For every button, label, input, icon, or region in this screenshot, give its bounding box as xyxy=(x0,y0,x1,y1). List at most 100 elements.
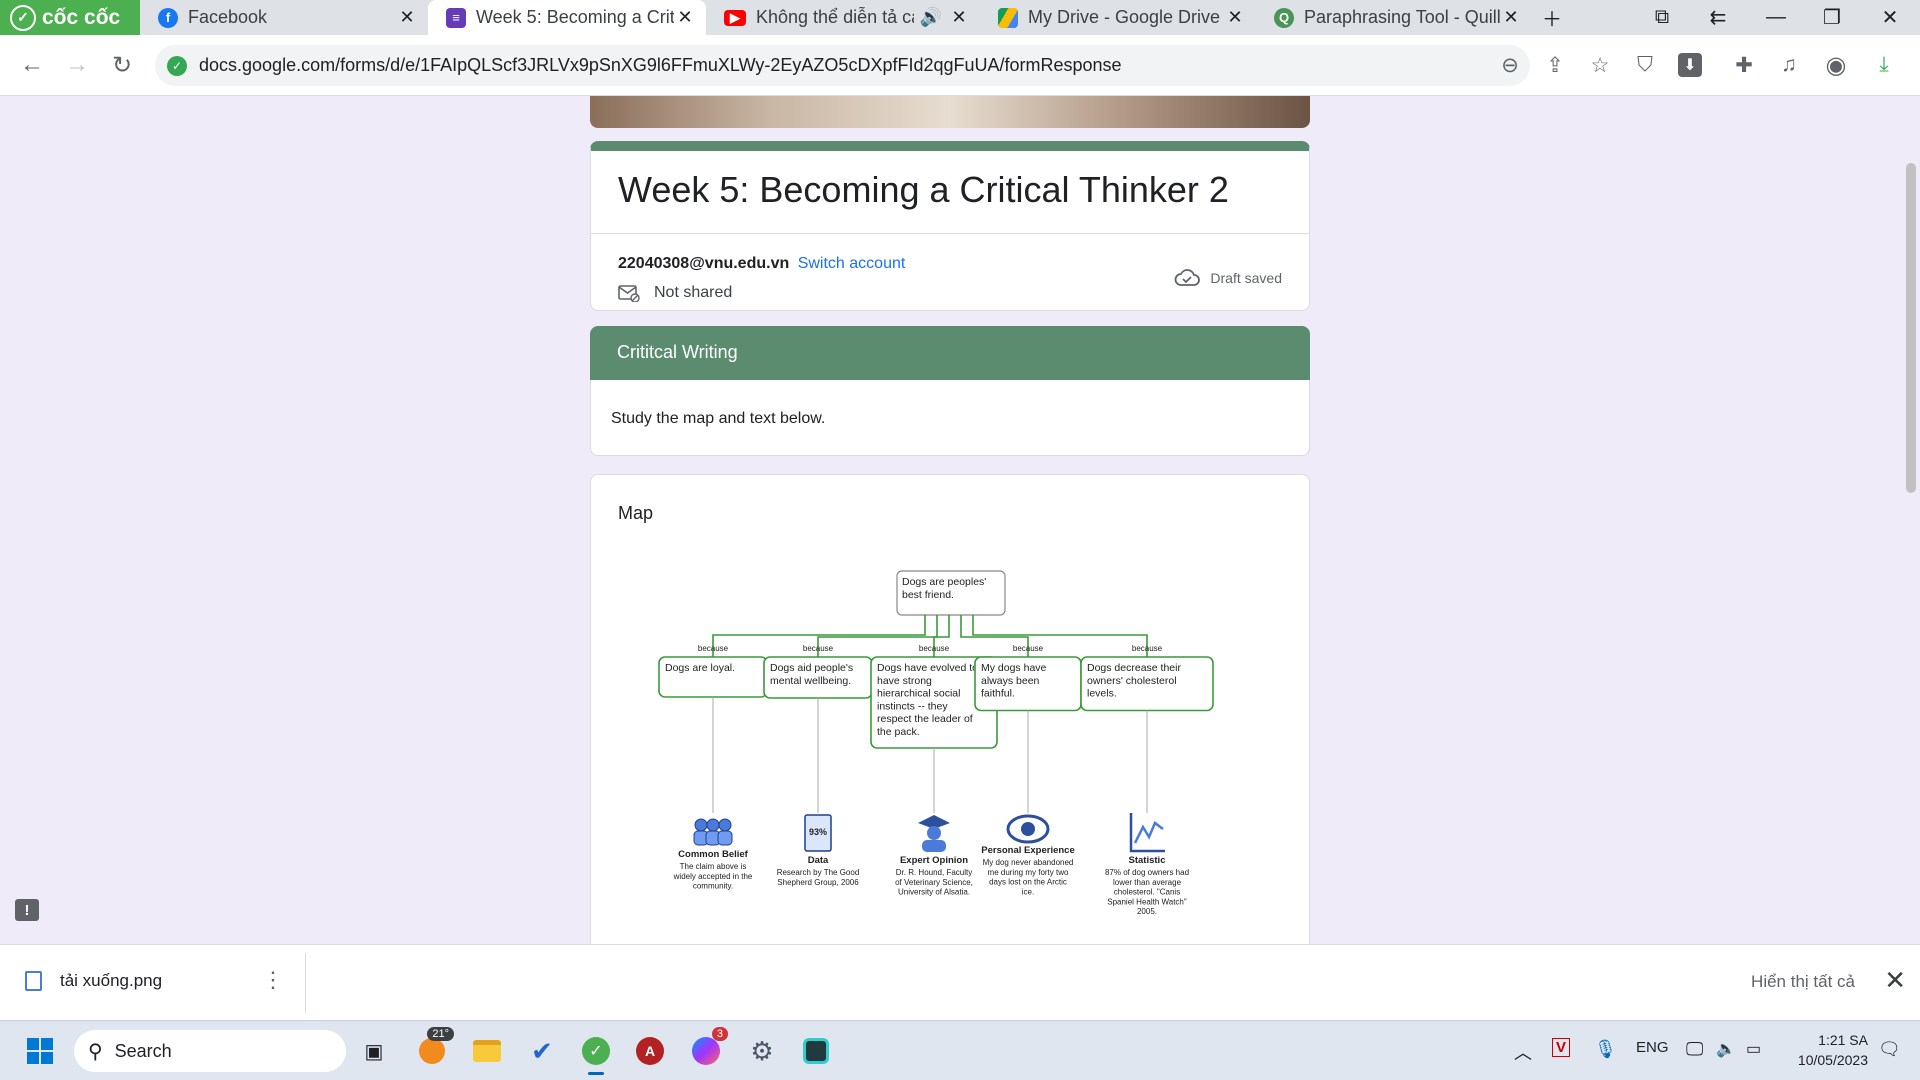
search-label: Search xyxy=(114,1040,172,1061)
notifications-icon[interactable]: 🗨 xyxy=(1878,1039,1901,1060)
back-arrow-icon[interactable]: ← xyxy=(14,47,50,83)
task-view-icon[interactable]: ▣ xyxy=(354,1031,394,1071)
evidence-source-text: 87% of dog owners had lower than average c… xyxy=(1105,868,1189,916)
tab-facebook[interactable]: f Facebook ✕ xyxy=(140,0,428,35)
not-shared-info: Not shared xyxy=(618,284,732,302)
microphone-icon[interactable]: 🎙 xyxy=(1594,1039,1617,1060)
sidebar-toggle-icon[interactable]: ⧉ xyxy=(1634,0,1690,35)
people-group-icon xyxy=(717,830,733,846)
download-shelf: tải xuống.png ⋮ Hiển thị tất cả ✕ xyxy=(0,944,1920,1020)
taskbar-search-box[interactable]: ⚲ Search xyxy=(74,1030,346,1072)
close-tab-icon[interactable]: ✕ xyxy=(948,7,970,28)
draft-status: Draft saved xyxy=(1174,269,1282,287)
close-tab-icon[interactable]: ✕ xyxy=(396,7,418,28)
coccoc-browser-icon[interactable]: ✓ xyxy=(576,1031,616,1075)
close-tab-icon[interactable]: ✕ xyxy=(1224,7,1246,28)
image-file-icon xyxy=(25,971,42,991)
graduate-icon xyxy=(927,826,941,840)
media-control-icon[interactable]: ♫ xyxy=(1773,49,1805,81)
tab-title: Không thể diễn tả cảm xyxy=(756,7,914,27)
close-tab-icon[interactable]: ✕ xyxy=(674,7,696,28)
because-label: because xyxy=(919,644,950,653)
show-all-downloads-link[interactable]: Hiển thị tất cả xyxy=(1751,972,1855,992)
form-title-card: Week 5: Becoming a Critical Thinker 2 22… xyxy=(590,141,1310,311)
close-tab-icon[interactable]: ✕ xyxy=(1500,7,1522,28)
speaker-icon[interactable]: 🔊 xyxy=(920,7,942,28)
language-indicator[interactable]: ENG xyxy=(1636,1039,1669,1056)
share-icon[interactable]: ⇪ xyxy=(1539,49,1571,81)
because-label: because xyxy=(803,644,834,653)
form-page: Week 5: Becoming a Critical Thinker 2 22… xyxy=(0,96,1920,944)
close-window-button[interactable]: ✕ xyxy=(1862,0,1918,35)
todo-app-icon[interactable]: ✔ xyxy=(522,1031,562,1071)
search-icon: ⚲ xyxy=(88,1040,103,1063)
because-label: because xyxy=(1013,644,1044,653)
evidence-type-label: Expert Opinion xyxy=(900,855,968,866)
coccoc-logo-button[interactable]: ✓ cốc cốc xyxy=(0,0,140,35)
download-item[interactable]: tải xuống.png xyxy=(25,971,162,991)
account-email: 22040308@vnu.edu.vn xyxy=(618,255,790,272)
tab-title: Paraphrasing Tool - QuillB xyxy=(1304,7,1500,27)
mail-not-shared-icon xyxy=(618,285,640,302)
close-shelf-icon[interactable]: ✕ xyxy=(1884,965,1906,996)
app-terminal-icon[interactable] xyxy=(796,1031,836,1071)
zoom-out-icon[interactable]: ⊖ xyxy=(1494,49,1526,81)
reload-icon[interactable]: ↻ xyxy=(104,47,140,83)
tab-title: Facebook xyxy=(188,7,268,27)
eye-icon xyxy=(1021,822,1035,836)
messenger-badge: 3 xyxy=(711,1027,728,1041)
graduate-icon xyxy=(922,840,946,852)
network-icon[interactable]: 🖵 xyxy=(1686,1039,1703,1060)
map-question-card: Map Dogs are peoples' best friend. because… xyxy=(590,474,1310,944)
weather-temp: 21° xyxy=(427,1027,454,1041)
browser-toolbar: ← → ↻ ✓ docs.google.com/forms/d/e/1FAIpQ… xyxy=(0,35,1920,96)
line-chart-icon xyxy=(1133,821,1164,844)
tab-youtube[interactable]: ▶ Không thể diễn tả cảm 🔊 ✕ xyxy=(706,0,980,35)
shield-icon[interactable]: ⛉ xyxy=(1629,49,1661,81)
show-hidden-icons-chevron-icon[interactable]: ︿ xyxy=(1514,1039,1532,1065)
forward-arrow-icon[interactable]: → xyxy=(59,47,95,83)
settings-gear-icon[interactable]: ⚙ xyxy=(742,1031,782,1071)
bookmark-star-icon[interactable]: ☆ xyxy=(1584,49,1616,81)
file-explorer-icon[interactable] xyxy=(467,1031,507,1071)
switch-account-link[interactable]: Switch account xyxy=(798,255,906,272)
browser-tab-strip: ✓ cốc cốc f Facebook ✕ ≡ Week 5: Becomin… xyxy=(0,0,1920,35)
restore-button[interactable]: ❐ xyxy=(1804,0,1860,35)
system-clock[interactable]: 1:21 SA 10/05/2023 xyxy=(1798,1030,1868,1070)
map-question-title: Map xyxy=(618,503,654,523)
secure-lock-icon[interactable]: ✓ xyxy=(167,55,187,76)
download-icon[interactable]: ⬇ xyxy=(1678,53,1702,77)
extensions-puzzle-icon[interactable]: ✚ xyxy=(1728,49,1760,81)
not-shared-label: Not shared xyxy=(654,284,733,301)
messenger-icon[interactable]: 3 xyxy=(686,1027,728,1071)
volume-icon[interactable]: 🔈 xyxy=(1716,1039,1736,1059)
line-chart-icon xyxy=(1129,813,1165,853)
tab-search-icon[interactable]: ⇇ xyxy=(1690,0,1746,35)
profile-avatar-icon[interactable]: ◉ xyxy=(1820,49,1852,81)
scrollbar-thumb[interactable] xyxy=(1906,163,1916,493)
tab-google-drive[interactable]: My Drive - Google Drive ✕ xyxy=(980,0,1256,35)
url-text[interactable]: docs.google.com/forms/d/e/1FAIpQLScf3JRL… xyxy=(199,55,1122,76)
connector-line xyxy=(972,615,1148,657)
divider xyxy=(591,233,1309,234)
address-bar[interactable]: ✓ docs.google.com/forms/d/e/1FAIpQLScf3J… xyxy=(155,45,1530,86)
evidence-type-label: Personal Experience xyxy=(981,845,1074,856)
battery-icon[interactable]: ▭ xyxy=(1746,1039,1761,1059)
tab-google-form[interactable]: ≡ Week 5: Becoming a Critic ✕ xyxy=(428,0,706,35)
header-banner-image xyxy=(590,96,1310,128)
download-filename[interactable]: tải xuống.png xyxy=(60,971,162,991)
evidence-type-label: Common Belief xyxy=(678,849,749,860)
vietkey-icon[interactable]: V xyxy=(1552,1038,1571,1057)
windows-start-icon[interactable] xyxy=(20,1031,60,1071)
new-tab-button[interactable]: ＋ xyxy=(1530,0,1574,35)
app-a-icon[interactable]: A xyxy=(630,1031,670,1071)
draft-saved-label: Draft saved xyxy=(1210,270,1282,286)
evidence-source-text: Research by The Good Shepherd Group, 2006 xyxy=(777,868,860,887)
download-more-options-icon[interactable]: ⋮ xyxy=(262,967,284,993)
weather-widget-icon[interactable]: 21° xyxy=(412,1027,454,1071)
minimize-button[interactable]: — xyxy=(1748,0,1804,35)
feedback-icon[interactable]: ! xyxy=(15,899,39,921)
downloads-tray-icon[interactable]: ⤓ xyxy=(1868,49,1900,81)
tab-quillbot[interactable]: Q Paraphrasing Tool - QuillB ✕ xyxy=(1256,0,1532,35)
drive-icon xyxy=(998,7,1018,28)
